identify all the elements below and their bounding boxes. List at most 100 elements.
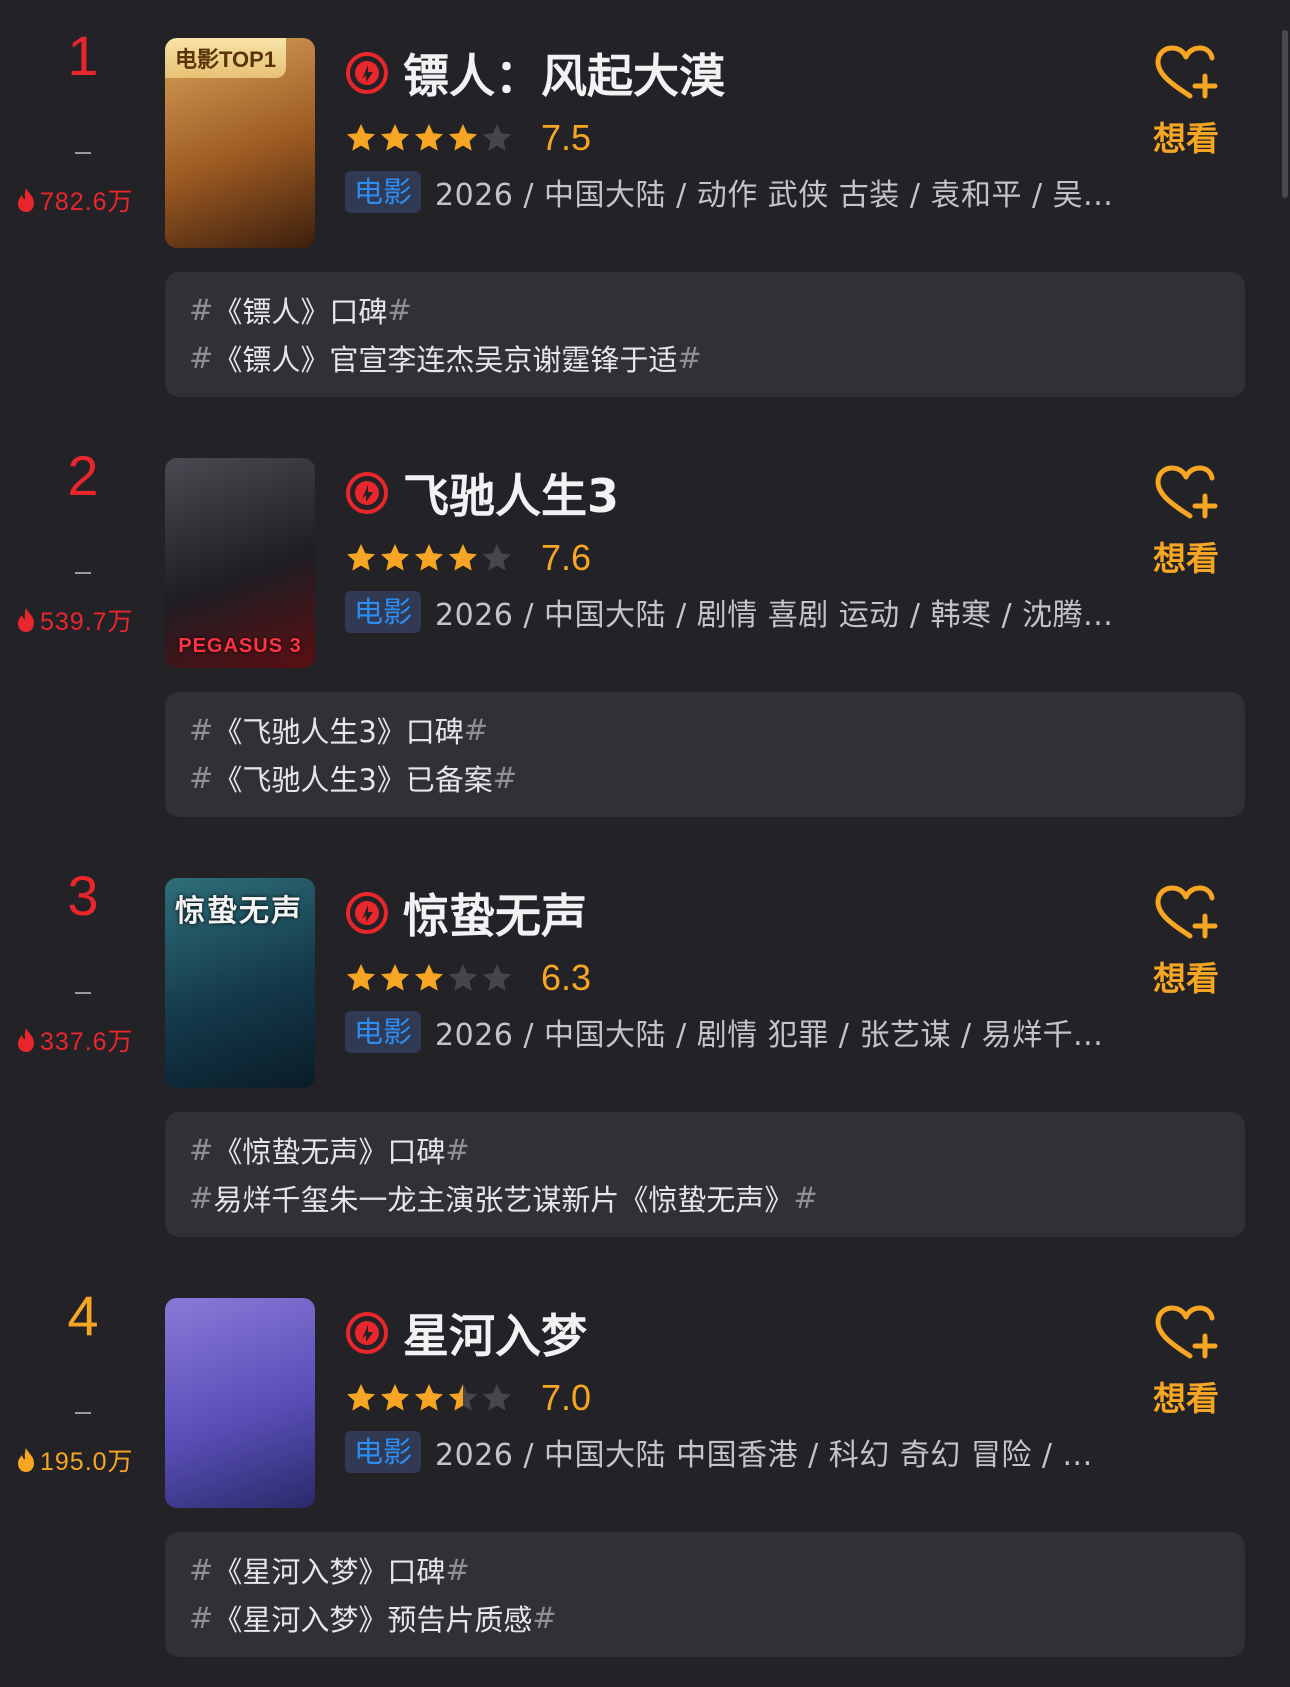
movie-title[interactable]: 星河入梦 (403, 1300, 587, 1366)
title-row[interactable]: 星河入梦 (345, 1300, 587, 1366)
movie-meta: 2026 / 中国大陆 中国香港 / 科幻 奇幻 冒险 / ... (435, 1438, 1093, 1473)
star-rating (345, 122, 513, 154)
title-row[interactable]: 飞驰人生3 (345, 460, 619, 526)
rating-row: 7.6 (345, 536, 591, 580)
topic-hash-trail: # (445, 1553, 470, 1587)
heart-plus-icon (1155, 885, 1218, 939)
rank-change-dash (75, 152, 91, 154)
scrollbar[interactable] (1282, 30, 1288, 198)
heat-text: 539.7万 (40, 608, 134, 636)
category-tag: 电影 (345, 171, 422, 213)
topic-link[interactable]: # 《飞驰人生3》已备案 # (189, 758, 517, 798)
topic-link[interactable]: # 《星河入梦》预告片质感 # (189, 1598, 557, 1638)
star-icon (381, 124, 409, 151)
poster-title-art: 惊蛰无声 (175, 894, 303, 929)
want-to-watch-label: 想看 (1153, 959, 1219, 998)
title-row[interactable]: 镖人：风起大漠 (345, 40, 725, 106)
star-icon (483, 964, 511, 991)
topic-hash-lead: # (189, 713, 214, 747)
rank-column: 1 782.6万 (0, 0, 166, 220)
movie-title[interactable]: 镖人：风起大漠 (403, 40, 725, 106)
meta-row: 电影 2026 / 中国大陆 中国香港 / 科幻 奇幻 冒险 / ... (345, 1430, 1145, 1474)
movie-list-item[interactable]: 3 337.6万 惊蛰无声 惊蛰无声 6.3 电影 2026 / 中国大陆 / … (0, 840, 1290, 1260)
heat-text: 782.6万 (40, 188, 134, 216)
rank-number: 2 (67, 444, 99, 507)
star-icon (483, 124, 511, 151)
meta-row: 电影 2026 / 中国大陆 / 剧情 喜剧 运动 / 韩寒 / 沈腾... (345, 590, 1145, 634)
star-rating (345, 1382, 513, 1414)
star-icon (449, 544, 477, 571)
star-rating (345, 542, 513, 574)
flame-icon (18, 188, 34, 212)
topic-hash-lead: # (189, 761, 214, 795)
star-icon (381, 1384, 409, 1411)
movie-poster[interactable]: 惊蛰无声 (165, 878, 315, 1088)
category-tag: 电影 (345, 1011, 422, 1053)
flame-icon (18, 1448, 34, 1472)
want-to-watch-label: 想看 (1153, 539, 1219, 578)
heat-text: 195.0万 (40, 1448, 134, 1476)
topic-hash-trail: # (492, 761, 518, 795)
topic-link[interactable]: # 《星河入梦》口碑 # (189, 1550, 470, 1590)
star-icon (347, 544, 375, 571)
want-to-watch-button[interactable]: 想看 (1148, 462, 1224, 582)
rating-row: 7.5 (345, 116, 591, 160)
topic-link[interactable]: # 《镖人》官宣李连杰吴京谢霆锋于适 # (189, 338, 702, 378)
topic-text: 易烊千玺朱一龙主演张艺谋新片《惊蛰无声》 (213, 1183, 794, 1217)
movie-meta: 2026 / 中国大陆 / 动作 武侠 古装 / 袁和平 / 吴... (435, 178, 1114, 213)
movie-title[interactable]: 惊蛰无声 (403, 880, 587, 946)
movie-poster[interactable]: PEGASUS 3 (165, 458, 315, 668)
rank-number: 1 (67, 24, 99, 87)
star-rating (345, 962, 513, 994)
want-to-watch-button[interactable]: 想看 (1148, 1302, 1224, 1422)
rating-score: 7.0 (541, 1377, 592, 1418)
star-icon (347, 124, 375, 151)
star-icon (381, 964, 409, 991)
topic-hash-trail: # (387, 293, 412, 327)
rating-score: 7.5 (541, 117, 592, 158)
rating-row: 7.0 (345, 1376, 591, 1420)
star-icon (415, 1384, 443, 1411)
movie-list-item[interactable]: 2 539.7万 PEGASUS 3 飞驰人生3 7.6 电影 2026 / 中… (0, 420, 1290, 840)
topic-hash-trail: # (445, 1133, 470, 1167)
movie-meta: 2026 / 中国大陆 / 剧情 喜剧 运动 / 韩寒 / 沈腾... (435, 598, 1114, 633)
star-icon (381, 544, 409, 571)
topic-link[interactable]: # 易烊千玺朱一龙主演张艺谋新片《惊蛰无声》 # (189, 1178, 818, 1218)
flame-icon (18, 1028, 34, 1052)
topic-hash-lead: # (189, 341, 214, 375)
topic-hash-lead: # (189, 293, 214, 327)
want-to-watch-button[interactable]: 想看 (1148, 42, 1224, 162)
category-tag: 电影 (345, 1431, 422, 1473)
play-badge-icon (346, 472, 388, 514)
movie-list-item[interactable]: 1 782.6万 电影TOP1 镖人：风起大漠 7.5 电影 2026 / 中国… (0, 0, 1290, 420)
topic-text: 《镖人》官宣李连杰吴京谢霆锋于适 (213, 343, 678, 377)
rank-column: 4 195.0万 (0, 1260, 166, 1480)
want-to-watch-label: 想看 (1153, 1379, 1219, 1418)
rating-score: 7.6 (541, 537, 592, 578)
movie-poster[interactable]: 电影TOP1 (165, 38, 315, 248)
want-to-watch-label: 想看 (1153, 119, 1219, 158)
rank-change-dash (75, 1412, 91, 1414)
rank-column: 2 539.7万 (0, 420, 166, 640)
heart-plus-icon (1155, 1305, 1218, 1359)
poster-caption: PEGASUS 3 (178, 635, 302, 657)
movie-poster[interactable] (165, 1298, 315, 1508)
topic-hash-trail: # (463, 713, 489, 747)
rating-score: 6.3 (541, 957, 592, 998)
want-to-watch-button[interactable]: 想看 (1148, 882, 1224, 1002)
topic-hash-lead: # (189, 1553, 214, 1587)
topic-link[interactable]: # 《镖人》口碑 # (189, 290, 412, 330)
topic-text: 《飞驰人生3》口碑 (213, 715, 464, 749)
play-badge-icon (346, 892, 388, 934)
heat-value: 337.6万 (16, 1024, 134, 1056)
movie-title[interactable]: 飞驰人生3 (403, 460, 619, 526)
rating-row: 6.3 (345, 956, 591, 1000)
movie-list-item[interactable]: 4 195.0万 星河入梦 7.0 电影 2026 / 中国大陆 中国香港 / … (0, 1260, 1290, 1680)
topic-link[interactable]: # 《惊蛰无声》口碑 # (189, 1130, 470, 1170)
hot-topics-box: # 《镖人》口碑 # # 《镖人》官宣李连杰吴京谢霆锋于适 # (165, 272, 1245, 397)
rank-number: 3 (67, 864, 99, 927)
topic-link[interactable]: # 《飞驰人生3》口碑 # (189, 710, 488, 750)
star-icon (483, 1384, 511, 1411)
topic-text: 《惊蛰无声》口碑 (213, 1135, 446, 1169)
title-row[interactable]: 惊蛰无声 (345, 880, 587, 946)
